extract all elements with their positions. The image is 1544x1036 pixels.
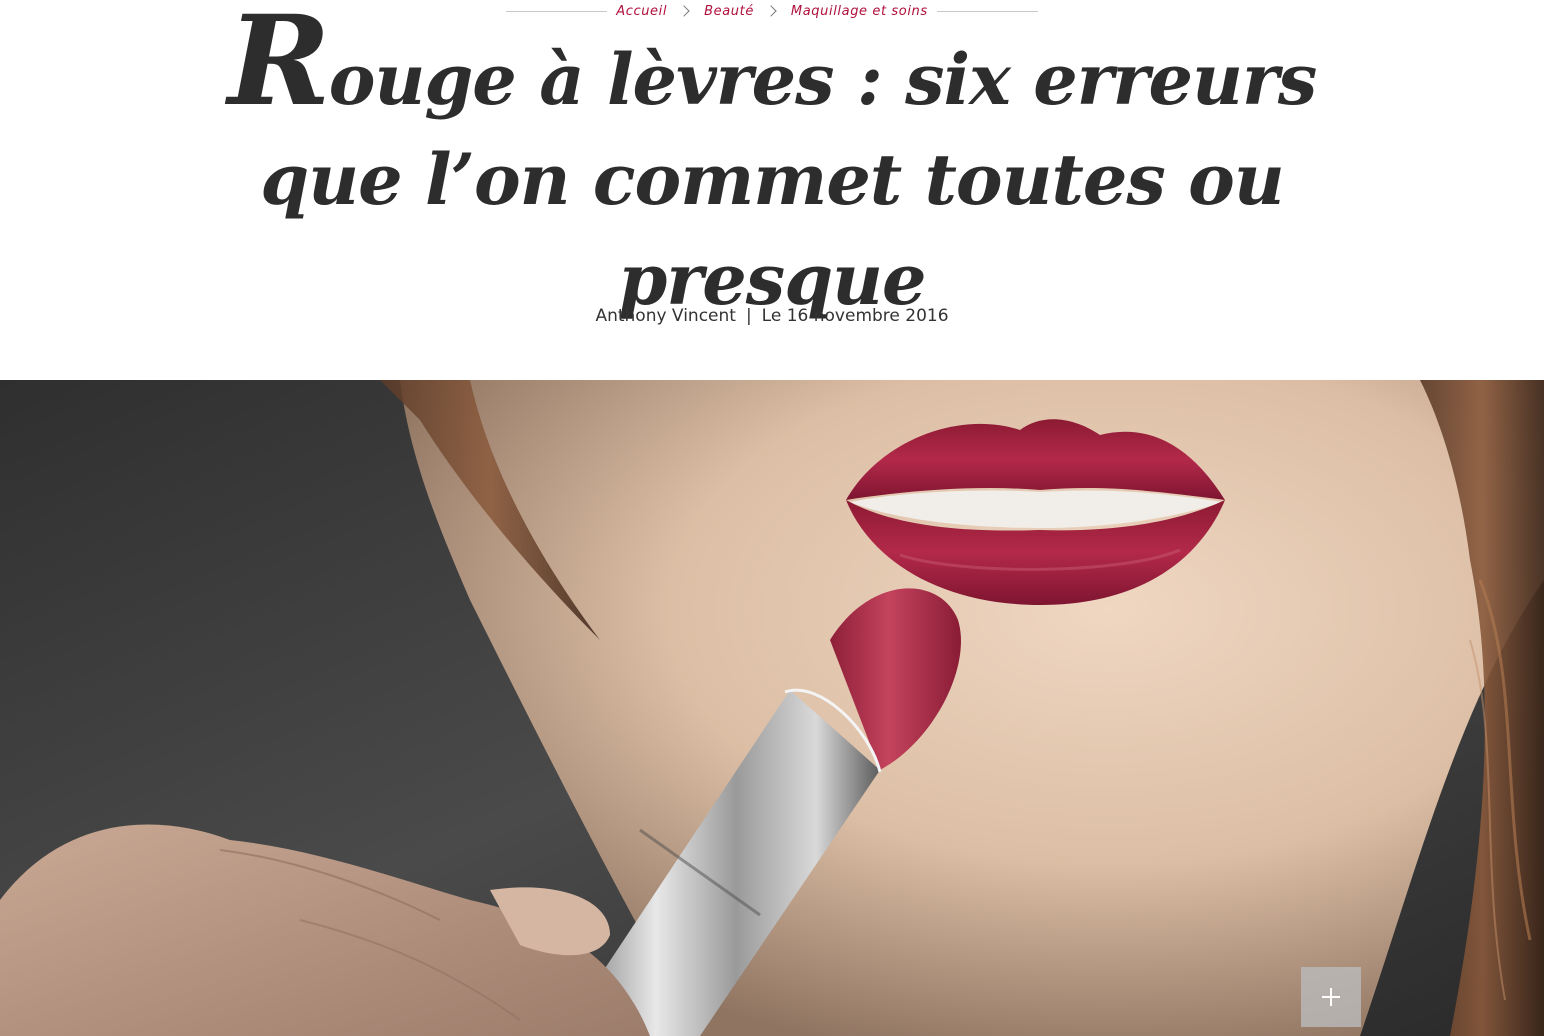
publish-date: Le 16 novembre 2016 (761, 306, 949, 326)
chevron-right-icon (765, 5, 777, 17)
breadcrumb-item-maquillage[interactable]: Maquillage et soins (791, 4, 928, 19)
plus-icon-vertical (1330, 988, 1332, 1006)
lipstick-portrait-photo (0, 380, 1544, 1036)
expand-image-button[interactable] (1301, 967, 1361, 1027)
breadcrumb-rule-left (506, 10, 608, 12)
hero-image (0, 380, 1544, 1036)
title-dropcap: R (227, 0, 331, 134)
article-title: Rouge à lèvres : six erreurs que l’on co… (160, 0, 1384, 330)
chevron-right-icon (678, 5, 690, 17)
title-text: ouge à lèvres : six erreurs que l’on com… (260, 38, 1317, 321)
breadcrumb-item-beaute[interactable]: Beauté (704, 4, 754, 19)
author-link[interactable]: Anthony Vincent (595, 306, 735, 326)
breadcrumb-item-accueil[interactable]: Accueil (616, 4, 667, 19)
breadcrumb-rule-right (936, 10, 1038, 12)
byline: Anthony Vincent | Le 16 novembre 2016 (0, 306, 1544, 326)
byline-separator: | (745, 306, 752, 326)
